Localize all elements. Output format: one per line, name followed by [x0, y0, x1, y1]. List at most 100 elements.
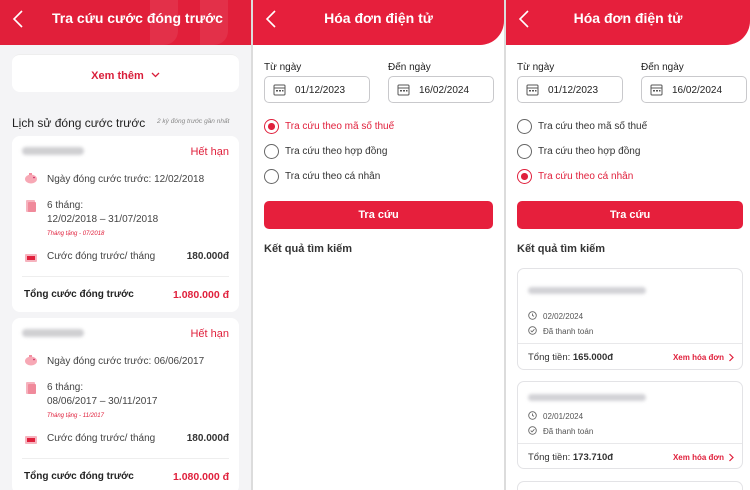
blurred-account-id: [22, 329, 84, 337]
fee-label: Cước đóng trước/ tháng: [47, 433, 156, 444]
view-invoice-link[interactable]: Xem hóa đơn: [673, 353, 724, 362]
search-button[interactable]: Tra cứu: [264, 201, 493, 229]
invoice-date-value: 02/02/2024: [543, 312, 584, 321]
paid-date: Ngày đóng cước trước: 12/02/2018: [47, 174, 205, 185]
invoice-status: Đã thanh toán: [528, 426, 593, 436]
calendar-icon: [397, 84, 410, 96]
page-title: Hóa đơn điện tử: [324, 10, 433, 26]
to-date-field[interactable]: 16/02/2024: [641, 76, 747, 103]
money-card-icon: [25, 254, 37, 262]
fee-value: 180.000đ: [186, 433, 229, 444]
invoice-card: 02/02/2024 Đã thanh toán Tổng tiền: 165.…: [517, 268, 743, 370]
divider: [22, 276, 229, 277]
back-chevron-icon[interactable]: [12, 9, 28, 31]
calendar-icon: [273, 84, 286, 96]
calendar-pages-icon: [26, 382, 36, 394]
invoice-total-value: 165.000đ: [572, 352, 614, 363]
prepaid-history-screen: Tra cứu cước đóng trước Xem thêm Lịch sử…: [0, 0, 251, 490]
history-card: Hết hạn Ngày đóng cước trước: 12/02/2018…: [12, 136, 239, 312]
check-circle-icon: [528, 326, 537, 335]
radio-label: Tra cứu theo mã số thuế: [285, 121, 395, 132]
status-badge: Hết hạn: [190, 146, 229, 158]
radio-label: Tra cứu theo hợp đồng: [285, 146, 388, 157]
clock-icon: [528, 311, 537, 320]
header-bar: Tra cứu cước đóng trước: [0, 0, 251, 45]
see-more-card: Xem thêm: [12, 54, 239, 92]
invoice-status: Đã thanh toán: [528, 326, 593, 336]
invoice-total-value: 173.710đ: [572, 452, 614, 463]
header-bar: Hóa đơn điện tử: [253, 0, 504, 45]
see-more-button[interactable]: Xem thêm: [12, 70, 239, 82]
history-section-title: Lịch sử đóng cước trước: [12, 116, 146, 130]
radio-circle: [264, 119, 279, 134]
total-value: 1.080.000 đ: [172, 471, 229, 483]
results-title: Kết quả tìm kiếm: [264, 243, 353, 255]
invoice-card: 02/01/2024 Đã thanh toán Tổng tiền: 173.…: [517, 381, 743, 469]
fee-label: Cước đóng trước/ tháng: [47, 251, 156, 262]
divider: [518, 443, 742, 444]
money-card-icon: [25, 436, 37, 444]
search-button[interactable]: Tra cứu: [517, 201, 743, 229]
radio-label: Tra cứu theo cá nhân: [538, 171, 634, 182]
history-card: Hết hạn Ngày đóng cước trước: 06/06/2017…: [12, 318, 239, 490]
invoice-date: 02/02/2024: [528, 311, 583, 321]
invoice-card-partial: [517, 481, 743, 490]
to-date-value: 16/02/2024: [672, 85, 723, 96]
from-date-field[interactable]: 01/12/2023: [264, 76, 370, 103]
piggy-bank-icon: [25, 173, 37, 184]
divider: [518, 343, 742, 344]
radio-label: Tra cứu theo hợp đồng: [538, 146, 641, 157]
radio-circle: [264, 144, 279, 159]
blurred-account-id: [22, 147, 84, 155]
header-bar: Hóa đơn điện tử: [506, 0, 750, 45]
status-badge: Hết hạn: [190, 328, 229, 340]
divider: [22, 458, 229, 459]
invoice-total-label: Tổng tiền:: [528, 352, 571, 363]
radio-circle: [264, 169, 279, 184]
invoice-total: Tổng tiền: 173.710đ: [528, 452, 613, 463]
period-months: 6 tháng:: [47, 382, 84, 393]
total-label: Tổng cước đóng trước: [24, 471, 134, 482]
period-range: 08/06/2017 – 30/11/2017: [47, 396, 158, 407]
radio-circle: [517, 144, 532, 159]
piggy-bank-icon: [25, 355, 37, 366]
invoice-total-label: Tổng tiền:: [528, 452, 571, 463]
invoice-date: 02/01/2024: [528, 411, 583, 421]
period-months: 6 tháng:: [47, 200, 84, 211]
radio-label: Tra cứu theo mã số thuế: [538, 121, 648, 132]
clock-icon: [528, 411, 537, 420]
gift-month: Tháng tặng - 07/2018: [47, 231, 105, 237]
from-date-field[interactable]: 01/12/2023: [517, 76, 623, 103]
history-section-note: 2 kỳ đóng trước gần nhất: [157, 118, 230, 125]
to-date-label: Đến ngày: [641, 62, 684, 73]
page-title: Hóa đơn điện tử: [573, 10, 683, 26]
radio-circle: [517, 119, 532, 134]
to-date-field[interactable]: 16/02/2024: [388, 76, 494, 103]
invoice-date-value: 02/01/2024: [543, 412, 584, 421]
page-title: Tra cứu cước đóng trước: [52, 10, 223, 26]
fee-value: 180.000đ: [186, 251, 229, 262]
calendar-icon: [650, 84, 663, 96]
chevron-down-icon: [151, 72, 160, 78]
blurred-customer-name: [528, 394, 646, 401]
see-more-label: Xem thêm: [91, 70, 144, 82]
calendar-pages-icon: [26, 200, 36, 212]
calendar-icon: [526, 84, 539, 96]
period-range: 12/02/2018 – 31/07/2018: [47, 214, 159, 225]
to-date-label: Đến ngày: [388, 62, 431, 73]
chevron-right-icon[interactable]: [728, 453, 735, 462]
blurred-customer-name: [528, 287, 646, 294]
view-invoice-link[interactable]: Xem hóa đơn: [673, 453, 724, 462]
total-value: 1.080.000 đ: [172, 289, 229, 301]
e-invoice-results-screen: Hóa đơn điện tử Từ ngày 01/12/2023 Đến n…: [506, 0, 750, 490]
from-date-label: Từ ngày: [517, 62, 555, 73]
chevron-right-icon[interactable]: [728, 353, 735, 362]
results-title: Kết quả tìm kiếm: [517, 243, 606, 255]
invoice-status-value: Đã thanh toán: [543, 427, 594, 436]
paid-date: Ngày đóng cước trước: 06/06/2017: [47, 356, 205, 367]
to-date-value: 16/02/2024: [419, 85, 470, 96]
total-label: Tổng cước đóng trước: [24, 289, 134, 300]
invoice-status-value: Đã thanh toán: [543, 327, 594, 336]
radio-circle: [517, 169, 532, 184]
invoice-total: Tổng tiền: 165.000đ: [528, 352, 613, 363]
